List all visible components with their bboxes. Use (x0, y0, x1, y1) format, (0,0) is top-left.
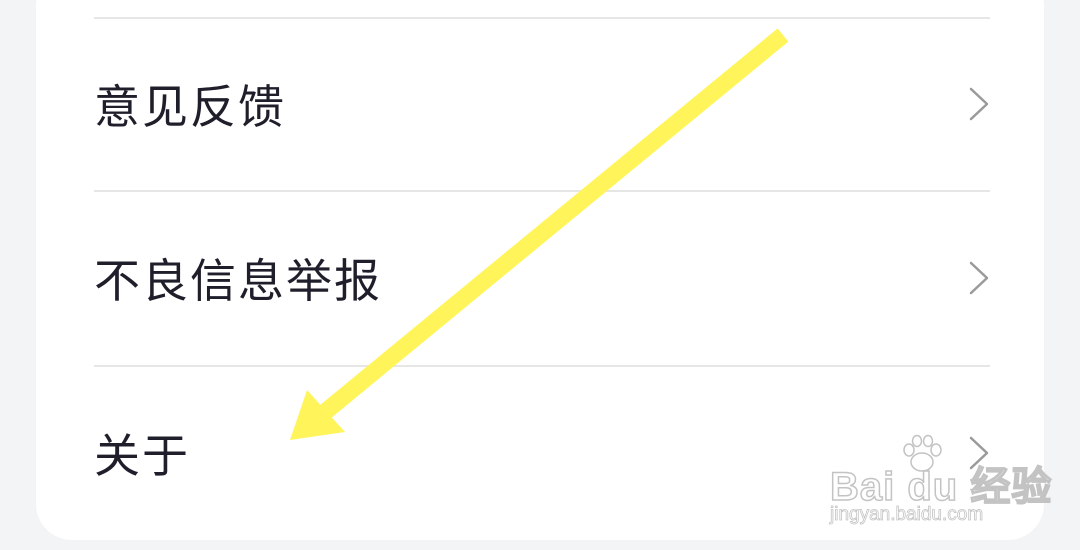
watermark: Bai du 经验 jingyan.baidu.com (826, 432, 1052, 532)
menu-item-label: 不良信息举报 (94, 254, 382, 308)
chevron-right-icon (969, 261, 989, 295)
chevron-right-icon (969, 87, 989, 121)
menu-item-label: 意见反馈 (94, 80, 286, 134)
menu-item-label: 关于 (94, 429, 190, 483)
menu-item-report[interactable]: 不良信息举报 (94, 192, 990, 364)
watermark-url: jingyan.baidu.com (830, 504, 984, 526)
menu-item-feedback[interactable]: 意见反馈 (94, 18, 990, 190)
